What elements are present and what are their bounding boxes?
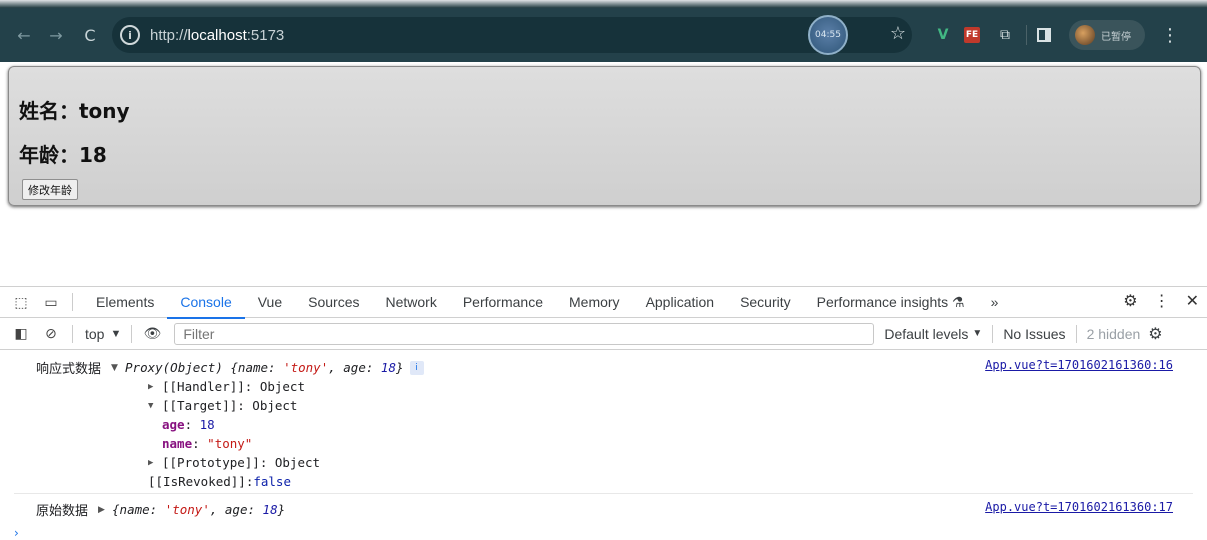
log-entry-reactive: 响应式数据 ▼ Proxy(Object) {name: 'tony', age…: [36, 358, 424, 377]
object-preview[interactable]: Proxy(Object) {name: 'tony', age: 18}: [125, 360, 404, 375]
collapsed-triangle-icon: ▶: [148, 457, 154, 468]
object-preview[interactable]: {name: 'tony', age: 18}: [112, 502, 285, 517]
dropdown-caret-icon: ▼: [972, 328, 983, 339]
expanded-triangle-icon: ▼: [148, 400, 154, 411]
vue-devtools-extension-icon[interactable]: V: [932, 24, 954, 46]
log-entry-raw: 原始数据 ▶ {name: 'tony', age: 18}: [36, 500, 285, 519]
inspect-element-icon[interactable]: ⬚: [10, 291, 32, 313]
bookmark-star-icon[interactable]: ☆: [890, 23, 906, 44]
toolbar-separator: [72, 324, 73, 343]
fe-extension-icon[interactable]: FE: [964, 27, 980, 43]
tab-performance-insights[interactable]: Performance insights ⚗: [804, 287, 978, 318]
tab-console[interactable]: Console: [167, 287, 246, 319]
change-age-button[interactable]: 修改年龄: [22, 179, 78, 200]
sidebar-toggle-icon[interactable]: ◧: [10, 323, 32, 345]
forward-arrow-icon[interactable]: →: [44, 23, 68, 47]
toolbar-separator: [1075, 324, 1077, 343]
info-icon[interactable]: i: [409, 360, 424, 375]
device-toolbar-icon[interactable]: ▭: [40, 291, 62, 313]
log-label: 原始数据: [36, 504, 89, 519]
log-label: 响应式数据: [36, 362, 102, 377]
tab-sources[interactable]: Sources: [295, 287, 372, 318]
profile-button[interactable]: 已暂停: [1069, 20, 1145, 50]
age-field: 年龄：18: [19, 143, 107, 167]
devtools-actions: ⚙ ⋮ ✕: [1123, 291, 1199, 311]
collapsed-triangle-icon: ▶: [148, 381, 154, 392]
tree-item-name: name: "tony": [162, 436, 253, 451]
console-settings-gear-icon[interactable]: ⚙: [1148, 324, 1162, 344]
tab-security[interactable]: Security: [727, 287, 804, 318]
toolbar-separator: [131, 324, 133, 343]
avatar: [1075, 25, 1095, 45]
back-arrow-icon[interactable]: ←: [12, 23, 36, 47]
devtools-menu-icon[interactable]: ⋮: [1154, 291, 1170, 311]
collapsed-triangle-icon[interactable]: ▶: [98, 505, 112, 515]
page-viewport: 姓名：tony 年龄：18 修改年龄: [0, 62, 1207, 286]
tree-item-target[interactable]: ▼ [[Target]]: Object: [148, 396, 297, 415]
console-prompt-icon[interactable]: ›: [14, 526, 19, 540]
tab-network[interactable]: Network: [372, 287, 449, 318]
tab-application[interactable]: Application: [633, 287, 728, 318]
tab-elements[interactable]: Elements: [83, 287, 167, 318]
tab-vue[interactable]: Vue: [245, 287, 295, 318]
clear-console-icon[interactable]: ⊘: [40, 323, 62, 345]
person-card: 姓名：tony 年龄：18 修改年龄: [8, 66, 1201, 206]
tab-strip: [0, 0, 1207, 8]
url-text[interactable]: http://localhost:5173: [150, 27, 284, 44]
log-levels-dropdown[interactable]: Default levels ▼: [884, 326, 982, 342]
expanded-triangle-icon[interactable]: ▼: [111, 363, 125, 373]
profile-status-label: 已暂停: [1101, 31, 1131, 43]
console-toolbar: ◧ ⊘ top▼ 👁 Default levels▼ No Issues 2 h…: [0, 318, 1207, 350]
context-label: top: [85, 325, 105, 342]
devtools-tab-bar: ⬚ ▭ Elements Console Vue Sources Network…: [0, 286, 1207, 319]
hidden-messages-count: 2 hidden: [1086, 325, 1141, 342]
timer-badge[interactable]: 04:55: [808, 15, 848, 55]
tree-item-prototype[interactable]: ▶ [[Prototype]]: Object: [148, 453, 320, 472]
live-expression-eye-icon[interactable]: 👁: [142, 324, 162, 344]
settings-gear-icon[interactable]: ⚙: [1123, 291, 1137, 311]
context-selector[interactable]: top ▼: [85, 326, 121, 342]
extensions-puzzle-icon[interactable]: ⧉: [994, 24, 1016, 46]
name-field: 姓名：tony: [19, 99, 130, 123]
tab-performance[interactable]: Performance: [450, 287, 556, 318]
tab-strip-shade: [0, 0, 1207, 8]
tree-item-handler[interactable]: ▶ [[Handler]]: Object: [148, 377, 305, 396]
toolbar-separator: [1026, 25, 1027, 45]
tree-item-isrevoked: [[IsRevoked]]: false: [148, 474, 291, 489]
filter-input[interactable]: [174, 322, 875, 345]
side-panel-icon[interactable]: [1037, 28, 1051, 42]
toolbar-separator: [992, 324, 994, 343]
address-bar[interactable]: i http://localhost:5173 04:55 ☆: [112, 15, 912, 55]
more-tabs-button[interactable]: »: [978, 287, 1012, 318]
source-link[interactable]: App.vue?t=1701602161360:16: [985, 358, 1173, 372]
log-divider: [14, 493, 1193, 494]
source-link[interactable]: App.vue?t=1701602161360:17: [985, 500, 1173, 514]
issues-button[interactable]: No Issues: [1003, 326, 1065, 342]
reload-icon[interactable]: C: [78, 23, 102, 47]
performance-insights-label: Performance insights: [816, 294, 949, 310]
tab-memory[interactable]: Memory: [556, 287, 633, 318]
console-log: 响应式数据 ▼ Proxy(Object) {name: 'tony', age…: [0, 350, 1207, 540]
browser-menu-icon[interactable]: ⋮: [1161, 25, 1179, 46]
tab-separator: [72, 293, 73, 311]
flask-icon: ⚗: [952, 293, 965, 310]
site-info-icon[interactable]: i: [120, 25, 140, 45]
browser-toolbar: ← → C i http://localhost:5173 04:55 ☆ V …: [0, 8, 1207, 62]
log-levels-label: Default levels: [884, 325, 969, 342]
tree-item-age: age: 18: [162, 417, 215, 432]
close-devtools-icon[interactable]: ✕: [1186, 291, 1199, 311]
dropdown-caret-icon: ▼: [110, 327, 122, 340]
